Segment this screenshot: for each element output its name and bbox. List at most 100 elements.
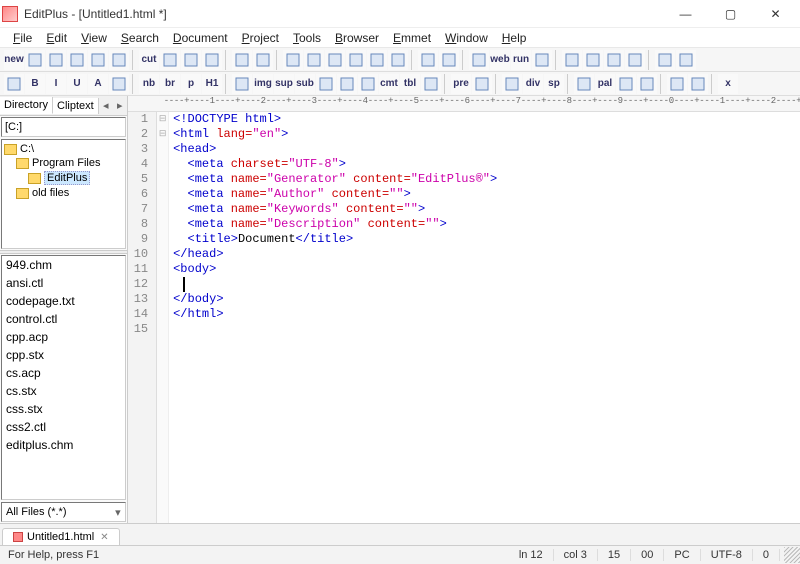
menu-file[interactable]: File [6,29,39,47]
file-item[interactable]: cpp.stx [2,346,125,364]
tool-help[interactable] [676,50,696,70]
menu-view[interactable]: View [74,29,114,47]
tool-find[interactable] [283,50,303,70]
code-area[interactable]: 123456789101112131415 ⊟⊟ <!DOCTYPE html>… [128,112,800,523]
side-splitter[interactable] [0,250,127,254]
tree-node[interactable]: old files [4,186,123,200]
drive-combo[interactable]: [C:] [1,117,126,137]
file-item[interactable]: codepage.txt [2,292,125,310]
resize-grip[interactable] [784,547,800,563]
tool-img[interactable]: img [253,74,273,94]
tool-U[interactable]: U [67,74,87,94]
tool-fill[interactable] [109,74,129,94]
tool-sup[interactable]: sup [274,74,294,94]
tool-open[interactable] [25,50,45,70]
tool-anchor[interactable] [232,74,252,94]
fold-column[interactable]: ⊟⊟ [157,112,169,523]
menu-search[interactable]: Search [114,29,166,47]
tool-sp[interactable]: sp [544,74,564,94]
file-list[interactable]: 949.chmansi.ctlcodepage.txtcontrol.ctlcp… [1,255,126,500]
tool-win2[interactable] [583,50,603,70]
tool-code[interactable] [337,74,357,94]
tool-list[interactable] [472,74,492,94]
file-item[interactable]: css2.ctl [2,418,125,436]
tool-edit[interactable] [574,74,594,94]
tool-wrap[interactable] [367,50,387,70]
tool-indent-l[interactable] [418,50,438,70]
code-text[interactable]: <!DOCTYPE html><html lang="en"><head> <m… [169,112,800,523]
tool-redo[interactable] [253,50,273,70]
tool-nb[interactable]: nb [139,74,159,94]
tree-node[interactable]: Program Files [4,156,123,170]
tool-strike[interactable] [316,74,336,94]
tool-win4[interactable] [625,50,645,70]
maximize-button[interactable]: ▢ [708,0,753,28]
tool-saveall[interactable] [67,50,87,70]
tool-font[interactable] [502,74,522,94]
tool-p[interactable]: p [181,74,201,94]
tool-save[interactable] [46,50,66,70]
tool-pre[interactable]: pre [451,74,471,94]
tool-web[interactable]: web [490,50,510,70]
tool-paste[interactable] [181,50,201,70]
tool-win1[interactable] [562,50,582,70]
tool-view[interactable] [637,74,657,94]
document-tab[interactable]: Untitled1.html ✕ [2,528,120,545]
menu-document[interactable]: Document [166,29,235,47]
tool-cmt[interactable]: cmt [379,74,399,94]
tool-br[interactable]: br [160,74,180,94]
tool-record[interactable] [4,74,24,94]
menu-emmet[interactable]: Emmet [386,29,438,47]
tool-div[interactable]: div [523,74,543,94]
tool-I[interactable]: I [46,74,66,94]
tab-prev-button[interactable]: ◂ [99,99,113,112]
tool-cfg1[interactable] [667,74,687,94]
tool-run[interactable]: run [511,50,531,70]
file-item[interactable]: css.stx [2,400,125,418]
tree-node[interactable]: EditPlus [4,170,123,186]
tool-tbl[interactable]: tbl [400,74,420,94]
tree-node[interactable]: C:\ [4,142,123,156]
tool-sub[interactable]: sub [295,74,315,94]
file-item[interactable]: cpp.acp [2,328,125,346]
tool-new[interactable]: new [4,50,24,70]
close-button[interactable]: ✕ [753,0,798,28]
menu-project[interactable]: Project [235,29,286,47]
tool-B[interactable]: B [25,74,45,94]
menu-tools[interactable]: Tools [286,29,328,47]
tool-replace[interactable] [304,50,324,70]
tab-next-button[interactable]: ▸ [113,99,127,112]
tool-indent-r[interactable] [439,50,459,70]
tab-cliptext[interactable]: Cliptext [53,98,99,114]
tool-print[interactable] [88,50,108,70]
tool-win3[interactable] [604,50,624,70]
minimize-button[interactable]: — [663,0,708,28]
tool-quote[interactable] [358,74,378,94]
tool-note[interactable] [616,74,636,94]
tool-A[interactable]: A [88,74,108,94]
tool-preview[interactable] [109,50,129,70]
file-item[interactable]: cs.stx [2,382,125,400]
tool-lineno[interactable] [388,50,408,70]
tab-close-icon[interactable]: ✕ [100,532,108,543]
file-item[interactable]: cs.acp [2,364,125,382]
tool-cut[interactable]: cut [139,50,159,70]
tool-undo[interactable] [232,50,252,70]
file-item[interactable]: ansi.ctl [2,274,125,292]
tool-H1[interactable]: H1 [202,74,222,94]
tab-directory[interactable]: Directory [0,97,53,114]
tool-delete[interactable] [202,50,222,70]
menu-edit[interactable]: Edit [39,29,74,47]
tool-goto[interactable] [325,50,345,70]
tool-term[interactable] [469,50,489,70]
tool-x[interactable]: x [718,74,738,94]
tool-spell[interactable] [346,50,366,70]
file-item[interactable]: control.ctl [2,310,125,328]
tool-cfg2[interactable] [688,74,708,94]
tool-conf[interactable] [532,50,552,70]
menu-window[interactable]: Window [438,29,495,47]
file-item[interactable]: editplus.chm [2,436,125,454]
tool-form[interactable] [421,74,441,94]
tool-copy[interactable] [160,50,180,70]
tool-pal[interactable]: pal [595,74,615,94]
